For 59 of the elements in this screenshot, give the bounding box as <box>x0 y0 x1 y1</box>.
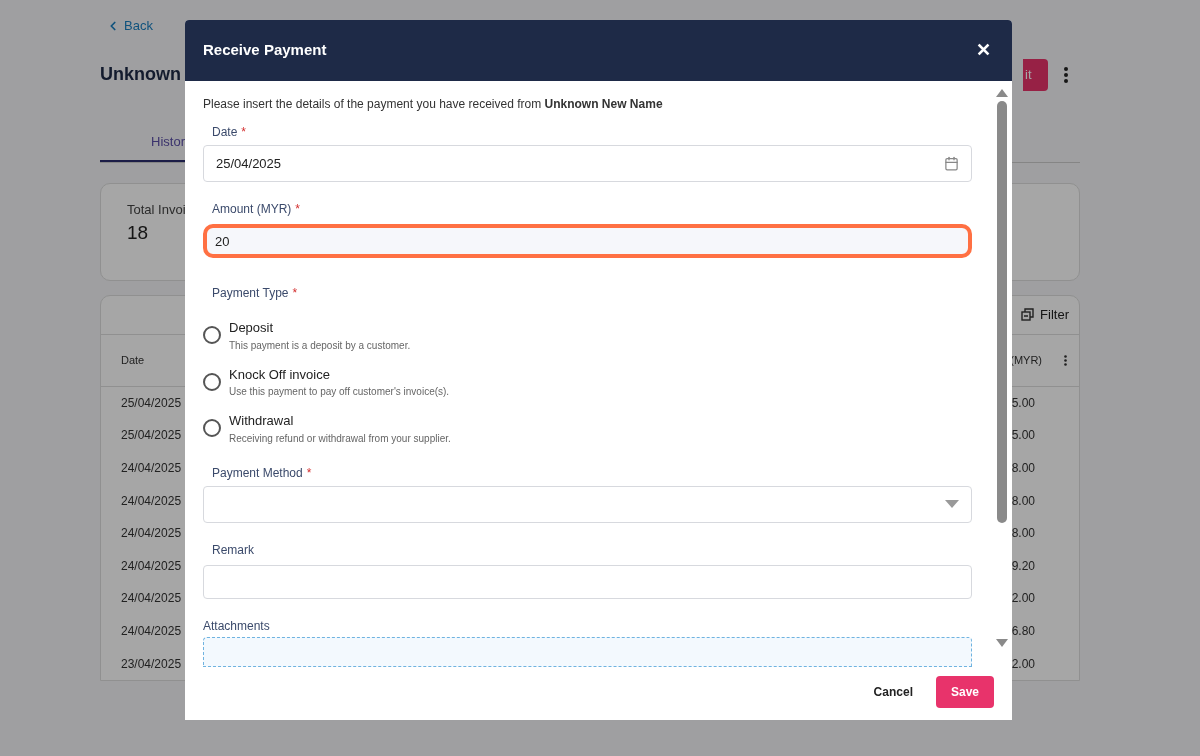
required-mark: * <box>292 285 298 302</box>
amount-cell-text: 6.80 <box>1011 622 1035 640</box>
option-label: Deposit <box>229 319 275 337</box>
date-cell-text: 23/04/2025 <box>121 655 182 673</box>
dropdown-caret-icon <box>945 500 959 508</box>
radio-button[interactable] <box>203 419 221 438</box>
select-field[interactable] <box>203 485 972 523</box>
text-field[interactable]: 20 <box>203 224 972 258</box>
cancel-button[interactable]: Cancel <box>858 676 928 708</box>
calendar-icon <box>944 156 959 171</box>
date-cell-text: 24/04/2025 <box>121 460 182 477</box>
date-cell-text: 25/04/2025 <box>121 427 182 445</box>
scroll-down-arrow-icon[interactable] <box>996 639 1008 647</box>
amount-cell-text: 8.00 <box>1011 492 1035 510</box>
date-field[interactable]: 25/04/2025 <box>203 145 972 182</box>
required-mark: * <box>241 124 247 141</box>
column-menu-icon <box>1064 354 1067 366</box>
more-options-icon <box>1064 66 1068 83</box>
amount-cell-text: 5.00 <box>1011 394 1035 412</box>
option-description: This payment is a deposit by a customer. <box>229 338 411 353</box>
date-cell-text: 24/04/2025 <box>121 557 182 575</box>
required-mark: * <box>295 201 301 218</box>
amount-cell-text: 2.00 <box>1011 590 1035 608</box>
option-label: Withdrawal <box>229 412 295 430</box>
save-button[interactable]: Save <box>935 676 994 708</box>
radio-button[interactable] <box>203 372 221 391</box>
history-tab[interactable]: Histor <box>151 131 185 160</box>
date-cell-text: 24/04/2025 <box>121 622 182 640</box>
radio-button[interactable] <box>203 326 221 345</box>
field-label: Attachments <box>203 617 271 635</box>
option-description: Use this payment to pay off customer's invoice(s). <box>229 385 450 399</box>
amount-cell-text: 9.20 <box>1011 557 1035 575</box>
filter-icon <box>1021 308 1035 321</box>
date-cell-text: 24/04/2025 <box>121 525 182 543</box>
text-field[interactable] <box>203 564 972 599</box>
amount-cell-text: 2.00 <box>1011 655 1035 673</box>
filter-button[interactable]: Filter <box>1040 304 1069 325</box>
dialog-title: Receive Payment <box>203 40 327 61</box>
upload-dropzone[interactable] <box>203 636 972 667</box>
field-label: Amount (MYR) <box>212 201 292 218</box>
scrollbar-thumb[interactable] <box>997 101 1007 523</box>
amount-cell-text: 5.00 <box>1011 427 1035 445</box>
field-label: Remark <box>212 541 254 559</box>
page-title: Unknown <box>100 63 181 86</box>
date-cell-text: 24/04/2025 <box>121 492 182 510</box>
option-description: Receiving refund or withdrawal from your supplier. <box>229 431 451 446</box>
field-label: Date <box>212 124 238 141</box>
option-label: Knock Off invoice <box>229 365 331 384</box>
required-mark: * <box>306 464 312 482</box>
field-label: Payment Method <box>212 464 303 482</box>
scroll-up-arrow-icon[interactable] <box>996 89 1008 97</box>
date-cell-text: 25/04/2025 <box>121 394 182 412</box>
close-button[interactable]: ✕ <box>972 39 994 62</box>
amount-cell-text: 8.00 <box>1011 525 1035 543</box>
dialog-intro: Please insert the details of the payment you have received from Unknown New Name <box>203 96 664 113</box>
column-header[interactable]: Date <box>121 351 145 369</box>
amount-cell-text: 8.00 <box>1011 460 1035 477</box>
date-cell-text: 24/04/2025 <box>121 590 182 608</box>
field-label: Payment Type <box>212 285 289 302</box>
